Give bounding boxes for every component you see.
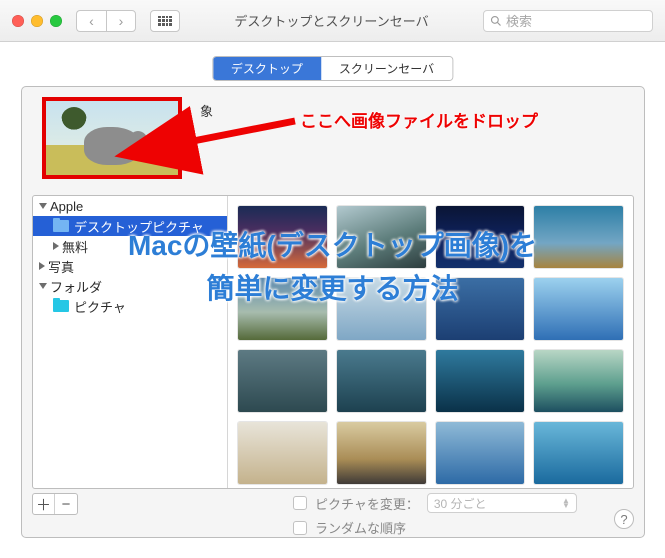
nav-back-forward: ‹ ›: [76, 10, 136, 32]
search-placeholder: 検索: [506, 11, 532, 30]
sidebar-label: Apple: [50, 199, 83, 214]
wallpaper-thumbnail[interactable]: [337, 350, 426, 412]
annotation-drop-hint: ここへ画像ファイルをドロップ: [300, 107, 538, 132]
annotation-headline: Macの壁紙(デスクトップ画像)を 簡単に変更する方法: [0, 224, 665, 311]
annotation-headline-line1: Macの壁紙(デスクトップ画像)を: [0, 224, 665, 267]
back-button[interactable]: ‹: [76, 10, 106, 32]
annotation-headline-line2: 簡単に変更する方法: [0, 267, 665, 310]
wallpaper-thumbnail[interactable]: [534, 422, 623, 484]
tab-desktop[interactable]: デスクトップ: [213, 57, 321, 80]
search-icon: [490, 15, 502, 27]
tab-screensaver[interactable]: スクリーンセーバ: [321, 57, 452, 80]
add-source-button[interactable]: ＋: [33, 494, 55, 514]
tab-bar: デスクトップ スクリーンセーバ: [212, 56, 453, 81]
change-picture-checkbox[interactable]: [293, 496, 307, 510]
traffic-lights: [12, 15, 62, 27]
wallpaper-thumbnail[interactable]: [534, 350, 623, 412]
change-picture-label: ピクチャを変更：: [315, 494, 419, 513]
remove-source-button[interactable]: −: [55, 494, 77, 514]
window-titlebar: ‹ › デスクトップとスクリーンセーバ 検索: [0, 0, 665, 42]
minimize-window-button[interactable]: [31, 15, 43, 27]
wallpaper-thumbnail[interactable]: [436, 350, 525, 412]
wallpaper-thumbnail[interactable]: [337, 422, 426, 484]
interval-value: 30 分ごと: [434, 495, 487, 512]
close-window-button[interactable]: [12, 15, 24, 27]
random-order-checkbox[interactable]: [293, 521, 307, 535]
wallpaper-thumbnail[interactable]: [238, 350, 327, 412]
search-field[interactable]: 検索: [483, 10, 653, 32]
forward-button[interactable]: ›: [106, 10, 136, 32]
preference-panel: 象 Apple デスクトップピクチャ 無料 写真 フォルダ ピクチャ ＋ − ピ…: [21, 86, 645, 538]
grid-icon: [158, 16, 172, 26]
window-title: デスクトップとスクリーンセーバ: [188, 11, 475, 30]
random-order-label: ランダムな順序: [315, 518, 406, 537]
sidebar-group-apple[interactable]: Apple: [33, 196, 227, 216]
annotation-arrow: [175, 113, 305, 163]
change-interval-select[interactable]: 30 分ごと ▲▼: [427, 493, 577, 513]
wallpaper-preview-dropzone[interactable]: [42, 97, 182, 179]
wallpaper-thumbnail[interactable]: [238, 422, 327, 484]
zoom-window-button[interactable]: [50, 15, 62, 27]
show-all-prefs-button[interactable]: [150, 10, 180, 32]
chevron-updown-icon: ▲▼: [562, 498, 570, 508]
help-button[interactable]: ?: [614, 509, 634, 529]
wallpaper-thumbnail[interactable]: [436, 422, 525, 484]
add-remove-source: ＋ −: [32, 493, 78, 515]
